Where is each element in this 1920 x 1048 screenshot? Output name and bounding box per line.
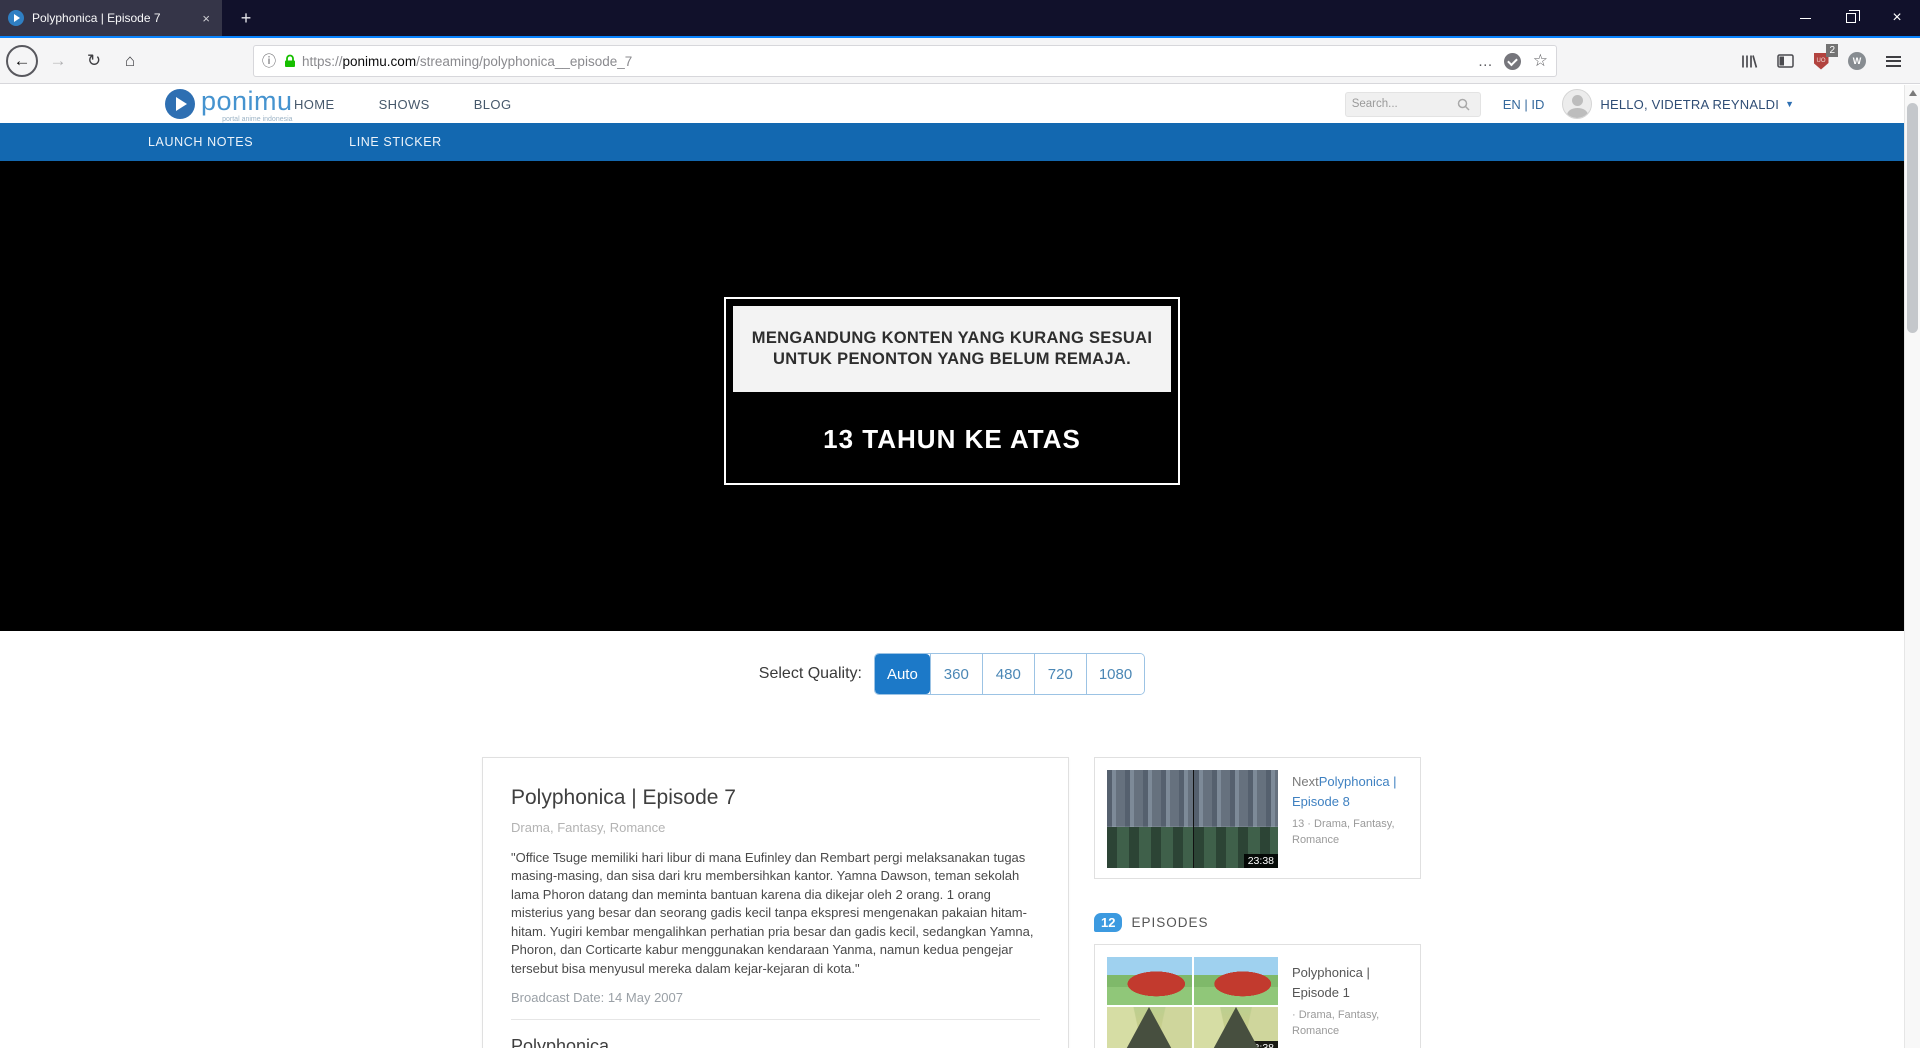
logo-tagline: portal anime indonesia: [201, 116, 293, 123]
search-input[interactable]: [1352, 98, 1457, 110]
page-scrollbar[interactable]: [1904, 85, 1920, 1048]
episode-1-meta: · Drama, Fantasy, Romance: [1292, 1008, 1408, 1040]
tab-title: Polyphonica | Episode 7: [32, 11, 198, 25]
minimize-icon: [1800, 18, 1811, 19]
nav-item-blog[interactable]: BLOG: [474, 97, 512, 112]
content-row: Polyphonica | Episode 7 Drama, Fantasy, …: [0, 757, 1904, 1048]
bookmark-star-icon[interactable]: ☆: [1533, 51, 1548, 71]
minimize-button[interactable]: [1782, 0, 1828, 36]
episode-item-text: Polyphonica | Episode 1 · Drama, Fantasy…: [1292, 957, 1408, 1040]
tab-close-icon[interactable]: ×: [198, 11, 214, 26]
browser-tab-bar: Polyphonica | Episode 7 × + ×: [0, 0, 1920, 36]
urlbar-actions: … ☆: [1478, 51, 1548, 71]
main-nav: HOME SHOWS BLOG: [294, 85, 555, 123]
url-domain: ponimu.com: [343, 54, 417, 69]
episodes-label: EPISODES: [1131, 915, 1208, 930]
chevron-down-icon[interactable]: ▼: [1785, 99, 1794, 109]
window-controls: ×: [1782, 0, 1920, 36]
restore-button[interactable]: [1828, 0, 1874, 36]
episode-1-link[interactable]: Polyphonica | Episode 1: [1292, 965, 1370, 1000]
browser-toolbar: ← → ↻ ⌂ ⓘ https://ponimu.com/streaming/p…: [0, 38, 1920, 84]
reload-button[interactable]: ↻: [78, 45, 110, 77]
episodes-count-badge: 12: [1094, 913, 1122, 932]
shield-badge: 2: [1826, 44, 1838, 57]
quality-360-button[interactable]: 360: [930, 654, 982, 694]
library-icon[interactable]: [1734, 46, 1764, 76]
next-episode-thumbnail[interactable]: 23:38: [1107, 770, 1278, 868]
extension-w-icon[interactable]: W: [1842, 46, 1872, 76]
age-rating-text: 13 TAHUN KE ATAS: [733, 424, 1171, 455]
url-scheme: https://: [302, 54, 343, 69]
site-favicon-icon: [8, 10, 24, 26]
subnav-line-sticker[interactable]: LINE STICKER: [349, 135, 442, 149]
episode-genres: Drama, Fantasy, Romance: [511, 820, 1040, 835]
subnav-launch-notes[interactable]: LAUNCH NOTES: [148, 135, 253, 149]
next-episode-card[interactable]: 23:38 NextPolyphonica | Episode 8 13 · D…: [1094, 757, 1421, 879]
episode-list-item[interactable]: 23:38 Polyphonica | Episode 1 · Drama, F…: [1107, 957, 1408, 1048]
episode-info-card: Polyphonica | Episode 7 Drama, Fantasy, …: [482, 757, 1069, 1048]
divider: [511, 1019, 1040, 1020]
close-window-button[interactable]: ×: [1874, 0, 1920, 36]
page-actions-icon[interactable]: …: [1478, 53, 1494, 70]
warning-line-2: UNTUK PENONTON YANG BELUM REMAJA.: [773, 349, 1131, 370]
warning-panel: MENGANDUNG KONTEN YANG KURANG SESUAI UNT…: [733, 306, 1171, 392]
back-button[interactable]: ←: [6, 45, 38, 77]
quality-button-group: Auto 360 480 720 1080: [874, 653, 1145, 695]
sidebar: 23:38 NextPolyphonica | Episode 8 13 · D…: [1094, 757, 1421, 1048]
broadcast-date: Broadcast Date: 14 May 2007: [511, 990, 1040, 1005]
video-player[interactable]: MENGANDUNG KONTEN YANG KURANG SESUAI UNT…: [0, 161, 1904, 631]
language-toggle[interactable]: EN | ID: [1503, 97, 1545, 112]
sidebar-toggle-icon[interactable]: [1770, 46, 1800, 76]
home-button[interactable]: ⌂: [114, 45, 146, 77]
logo-play-icon: [165, 89, 195, 119]
quality-1080-button[interactable]: 1080: [1086, 654, 1144, 694]
url-bar[interactable]: ⓘ https://ponimu.com/streaming/polyphoni…: [253, 45, 1557, 77]
quality-480-button[interactable]: 480: [982, 654, 1034, 694]
screen: Polyphonica | Episode 7 × + × ← → ↻ ⌂ ⓘ …: [0, 0, 1920, 1048]
page-info-icon[interactable]: ⓘ: [262, 51, 276, 71]
quality-selector: Select Quality: Auto 360 480 720 1080: [0, 653, 1904, 695]
site-header: ponimu portal anime indonesia HOME SHOWS…: [0, 85, 1904, 123]
toolbar-right-buttons: UO 2 W: [1728, 45, 1908, 77]
scrollbar-thumb[interactable]: [1907, 103, 1918, 333]
next-label: Next: [1292, 774, 1319, 789]
nav-item-home[interactable]: HOME: [294, 97, 335, 112]
episode-title: Polyphonica | Episode 7: [511, 786, 1040, 810]
next-episode-meta: 13 · Drama, Fantasy, Romance: [1292, 817, 1410, 849]
episode-synopsis: "Office Tsuge memiliki hari libur di man…: [511, 849, 1042, 978]
series-title: Polyphonica: [511, 1036, 1040, 1048]
content-warning-box: MENGANDUNG KONTEN YANG KURANG SESUAI UNT…: [724, 297, 1180, 485]
scrollbar-up-arrow[interactable]: [1909, 90, 1917, 96]
adblock-shield-icon[interactable]: UO 2: [1806, 46, 1836, 76]
pocket-icon[interactable]: [1504, 53, 1521, 70]
restore-icon: [1846, 13, 1856, 23]
episodes-header: 12 EPISODES: [1094, 913, 1421, 932]
episodes-list-card: 23:38 Polyphonica | Episode 1 · Drama, F…: [1094, 944, 1421, 1048]
nav-buttons: ← → ↻ ⌂: [6, 45, 146, 77]
url-text[interactable]: https://ponimu.com/streaming/polyphonica…: [302, 54, 1478, 69]
avatar[interactable]: [1562, 89, 1592, 119]
quality-720-button[interactable]: 720: [1034, 654, 1086, 694]
new-tab-button[interactable]: +: [230, 0, 262, 36]
duration-badge: 23:38: [1244, 854, 1278, 868]
search-box[interactable]: [1345, 92, 1481, 117]
episode-1-thumbnail[interactable]: 23:38: [1107, 957, 1278, 1048]
warning-line-1: MENGANDUNG KONTEN YANG KURANG SESUAI: [752, 328, 1152, 349]
nav-item-shows[interactable]: SHOWS: [379, 97, 430, 112]
user-greeting[interactable]: HELLO, VIDETRA REYNALDI: [1600, 97, 1779, 112]
next-episode-text: NextPolyphonica | Episode 8 13 · Drama, …: [1292, 770, 1410, 849]
browser-tab[interactable]: Polyphonica | Episode 7 ×: [0, 0, 222, 36]
url-path: /streaming/polyphonica__episode_7: [416, 54, 632, 69]
secondary-nav: LAUNCH NOTES LINE STICKER: [0, 123, 1904, 161]
search-icon: [1457, 98, 1470, 111]
header-right: EN | ID HELLO, VIDETRA REYNALDI ▼: [1345, 85, 1904, 123]
logo-text: ponimu: [201, 88, 293, 115]
site-page: ponimu portal anime indonesia HOME SHOWS…: [0, 85, 1904, 1048]
quality-auto-button[interactable]: Auto: [875, 654, 930, 694]
quality-label: Select Quality:: [759, 665, 862, 683]
menu-hamburger-icon[interactable]: [1878, 46, 1908, 76]
site-logo[interactable]: ponimu portal anime indonesia: [165, 88, 293, 123]
forward-button[interactable]: →: [42, 45, 74, 77]
padlock-icon: [284, 54, 296, 68]
